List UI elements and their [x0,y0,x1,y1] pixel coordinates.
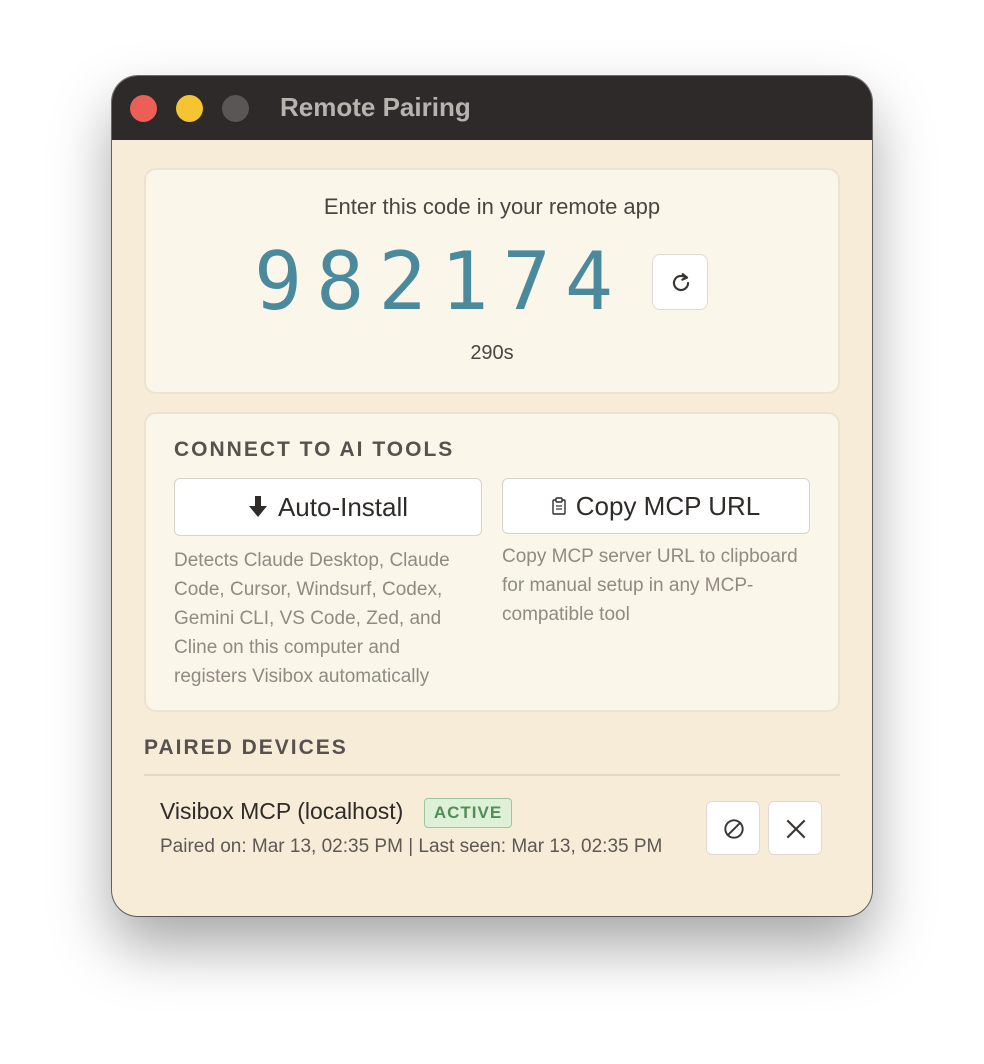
close-icon [786,819,806,839]
clipboard-icon [552,497,566,515]
status-badge: ACTIVE [424,798,512,828]
zoom-window-button[interactable] [222,95,249,122]
section-divider [144,774,840,776]
refresh-code-button[interactable] [652,254,708,310]
copy-mcp-url-description: Copy MCP server URL to clipboard for man… [502,546,798,625]
auto-install-description: Detects Claude Desktop, Claude Code, Cur… [174,550,450,687]
paired-devices-heading: PAIRED DEVICES [144,736,348,759]
auto-install-label: Auto-Install [277,491,409,522]
download-arrow-icon [248,495,268,519]
ai-tools-heading: CONNECT TO AI TOOLS [174,438,455,461]
minimize-window-button[interactable] [176,95,203,122]
remote-pairing-window: Remote Pairing Enter this code in your r… [112,76,872,916]
refresh-icon [672,273,690,292]
title-bar: Remote Pairing [112,76,872,140]
copy-mcp-url-button[interactable]: Copy MCP URL [502,478,810,534]
copy-mcp-url-label: Copy MCP URL [575,490,761,521]
window-title: Remote Pairing [280,92,471,122]
ai-tools-card: CONNECT TO AI TOOLS Auto-Install Copy MC… [144,412,840,712]
revoke-device-button[interactable] [706,801,760,855]
pairing-code: 982174 [254,235,627,328]
device-pairing-info: Paired on: Mar 13, 02:35 PM | Last seen:… [160,836,663,857]
remove-device-button[interactable] [768,801,822,855]
revoke-icon [724,819,744,839]
code-countdown: 290s [470,342,514,364]
pairing-code-card: Enter this code in your remote app 98217… [144,168,840,394]
auto-install-button[interactable]: Auto-Install [174,478,482,536]
close-window-button[interactable] [130,95,157,122]
pairing-prompt: Enter this code in your remote app [323,194,661,219]
device-name: Visibox MCP (localhost) [160,798,404,824]
